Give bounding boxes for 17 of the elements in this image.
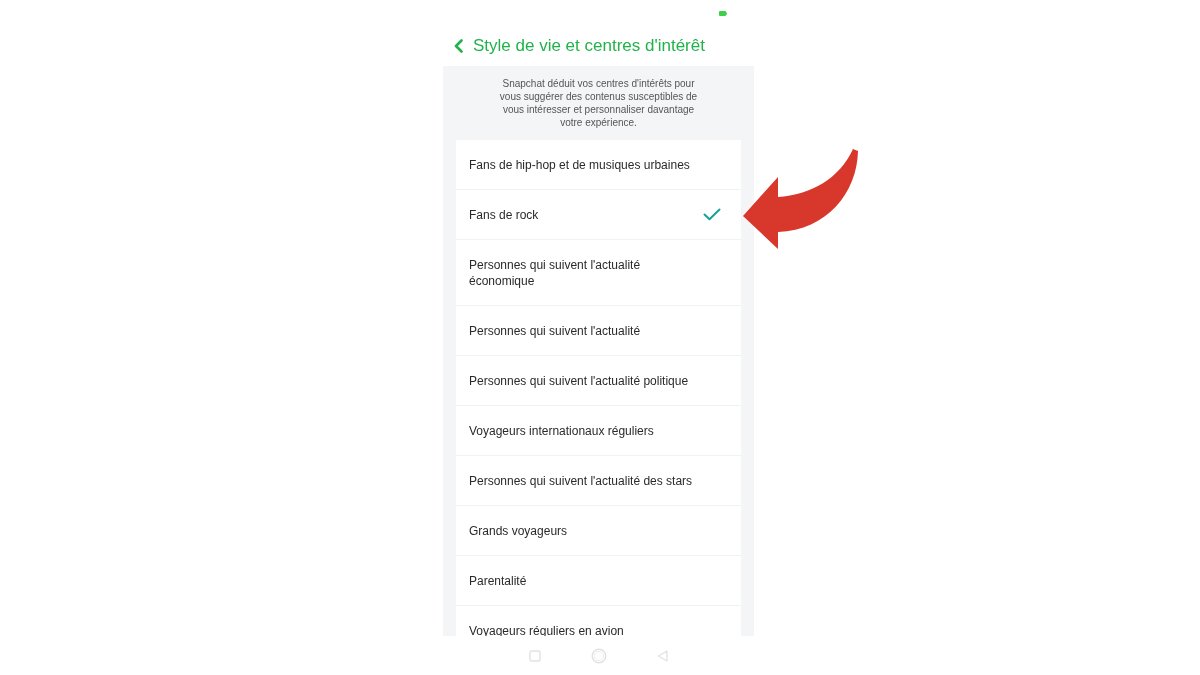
curved-arrow-icon (741, 148, 859, 250)
interest-option[interactable]: Voyageurs internationaux réguliers (456, 406, 741, 456)
interest-option[interactable]: Fans de rock (456, 190, 741, 240)
triangle-back-nav-icon[interactable] (657, 649, 668, 662)
circle-nav-icon[interactable] (591, 647, 607, 664)
interest-option[interactable]: Fans de hip-hop et de musiques urbaines (456, 140, 741, 190)
page-title: Style de vie et centres d'intérêt (473, 36, 705, 56)
interest-option[interactable]: Grands voyageurs (456, 506, 741, 556)
interest-option[interactable]: Personnes qui suivent l'actualité des stars (456, 456, 741, 506)
interest-option[interactable]: Personnes qui suivent l'actualité politique (456, 356, 741, 406)
interest-option[interactable]: Personnes qui suivent l'actualité économique (456, 240, 741, 306)
description-text: Snapchat déduit vos centres d'intérêts pour vous suggérer des contenus susceptibles de vous intéresser et personnaliser davantage votre expérience. (498, 77, 699, 129)
battery-icon (719, 11, 727, 16)
back-chevron-icon[interactable] (454, 39, 463, 53)
interest-option[interactable]: Parentalité (456, 556, 741, 606)
square-nav-icon[interactable] (529, 649, 541, 662)
interest-option[interactable]: Personnes qui suivent l'actualité (456, 306, 741, 356)
